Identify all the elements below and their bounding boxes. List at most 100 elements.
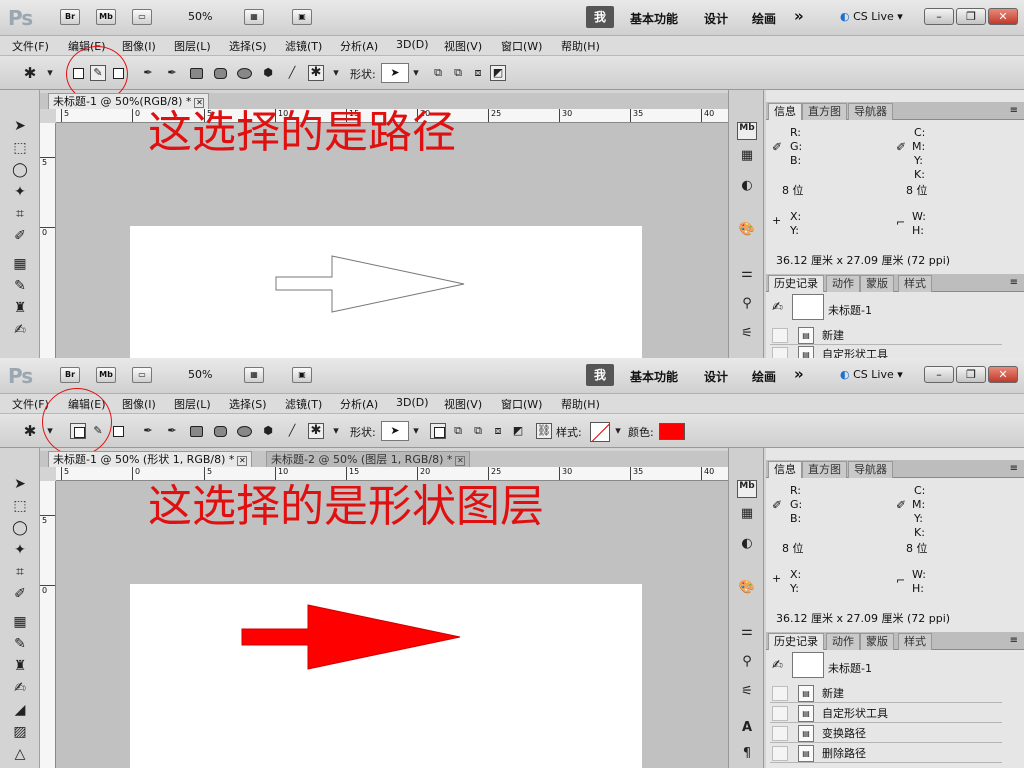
healing-brush-icon[interactable]: ▦ bbox=[10, 256, 30, 274]
history-brush-icon[interactable]: ✍ bbox=[10, 680, 30, 698]
history-brush-source-icon[interactable]: ✍ bbox=[772, 658, 783, 673]
combine-new-layer-icon[interactable] bbox=[430, 423, 446, 439]
brush-tool-icon[interactable]: ✎ bbox=[10, 278, 30, 296]
zoom-level[interactable]: 50% bbox=[188, 10, 212, 23]
tab-actions[interactable]: 动作 bbox=[826, 633, 860, 650]
combine-intersect-icon[interactable]: ⧈ bbox=[490, 423, 506, 439]
snapshot-thumbnail[interactable] bbox=[792, 652, 824, 678]
clone-source-icon[interactable]: ⚲ bbox=[737, 654, 757, 672]
line-tool-icon[interactable]: ╱ bbox=[284, 423, 300, 439]
tab-info[interactable]: 信息 bbox=[768, 461, 802, 478]
rectangle-tool-icon[interactable] bbox=[188, 65, 204, 81]
shape-picker-dropdown-icon[interactable]: ▾ bbox=[408, 65, 424, 81]
combine-subtract-icon[interactable]: ⧉ bbox=[450, 65, 466, 81]
gradient-tool-icon[interactable]: ▨ bbox=[10, 724, 30, 742]
history-row[interactable]: ▤ 删除路径 bbox=[770, 744, 1002, 763]
preset-dropdown-icon[interactable]: ▾ bbox=[42, 65, 58, 81]
brush-presets-icon[interactable]: ⚌ bbox=[737, 624, 757, 642]
clone-stamp-icon[interactable]: ♜ bbox=[10, 658, 30, 676]
blur-tool-icon[interactable]: △ bbox=[10, 746, 30, 764]
doc-tab-2[interactable]: 未标题-2 @ 50% (图层 1, RGB/8) * ✕ bbox=[266, 451, 471, 467]
restore-button[interactable]: ❐ bbox=[956, 8, 986, 25]
menu-help[interactable]: 帮助(H) bbox=[561, 38, 600, 54]
ellipse-tool-icon[interactable] bbox=[236, 65, 252, 81]
menu-filter[interactable]: 滤镜(T) bbox=[285, 396, 322, 412]
snapshot-label[interactable]: 未标题-1 bbox=[828, 302, 872, 318]
workspace-me[interactable]: 我 bbox=[586, 6, 614, 28]
brush-presets-icon[interactable]: ⚌ bbox=[737, 266, 757, 284]
combine-add-icon[interactable]: ⧉ bbox=[430, 65, 446, 81]
tab-styles[interactable]: 样式 bbox=[898, 275, 932, 292]
tab-masks[interactable]: 蒙版 bbox=[860, 633, 894, 650]
shape-picker[interactable]: ➤ bbox=[381, 63, 409, 83]
history-row[interactable]: ▤ 变换路径 bbox=[770, 724, 1002, 743]
menu-select[interactable]: 选择(S) bbox=[229, 396, 267, 412]
combine-intersect-icon[interactable]: ⧈ bbox=[470, 65, 486, 81]
move-tool-icon[interactable]: ➤ bbox=[10, 118, 30, 136]
history-row[interactable]: ▤ 新建 bbox=[770, 326, 1002, 345]
custom-shape-preset-icon[interactable]: ✱ bbox=[22, 423, 38, 439]
magic-wand-icon[interactable]: ✦ bbox=[10, 542, 30, 560]
menu-analysis[interactable]: 分析(A) bbox=[340, 396, 378, 412]
tab-styles[interactable]: 样式 bbox=[898, 633, 932, 650]
menu-select[interactable]: 选择(S) bbox=[229, 38, 267, 54]
workspace-painting[interactable]: 绘画 bbox=[752, 368, 776, 385]
menu-help[interactable]: 帮助(H) bbox=[561, 396, 600, 412]
menu-filter[interactable]: 滤镜(T) bbox=[285, 38, 322, 54]
shape-picker[interactable]: ➤ bbox=[381, 421, 409, 441]
shape-options-dropdown-icon[interactable]: ▾ bbox=[328, 65, 344, 81]
cs-live-menu[interactable]: ◐ CS Live ▾ bbox=[840, 10, 903, 23]
shape-picker-dropdown-icon[interactable]: ▾ bbox=[408, 423, 424, 439]
fill-pixels-mode-button[interactable] bbox=[110, 423, 126, 439]
workspace-me[interactable]: 我 bbox=[586, 364, 614, 386]
pen-tool-icon[interactable]: ✒ bbox=[140, 423, 156, 439]
link-style-icon[interactable]: ⛓ bbox=[536, 423, 552, 439]
history-brush-source-icon[interactable]: ✍ bbox=[772, 300, 783, 315]
cs-live-menu[interactable]: ◐ CS Live ▾ bbox=[840, 368, 903, 381]
combine-exclude-icon[interactable]: ◩ bbox=[510, 423, 526, 439]
screen-mode-button[interactable]: ▣ bbox=[292, 9, 312, 25]
marquee-tool-icon[interactable]: ⬚ bbox=[10, 498, 30, 516]
snapshot-label[interactable]: 未标题-1 bbox=[828, 660, 872, 676]
history-checkbox[interactable] bbox=[772, 347, 788, 358]
color-swatch[interactable] bbox=[659, 423, 685, 440]
tab-info[interactable]: 信息 bbox=[768, 103, 802, 120]
ellipse-tool-icon[interactable] bbox=[236, 423, 252, 439]
panel-menu-icon[interactable]: ≡ bbox=[1010, 635, 1018, 646]
menu-window[interactable]: 窗口(W) bbox=[501, 38, 542, 54]
pen-tool-icon[interactable]: ✒ bbox=[140, 65, 156, 81]
combine-subtract-icon[interactable]: ⧉ bbox=[470, 423, 486, 439]
adjustments-icon[interactable]: ◐ bbox=[737, 178, 757, 196]
history-checkbox[interactable] bbox=[772, 706, 788, 721]
line-tool-icon[interactable]: ╱ bbox=[284, 65, 300, 81]
workspace-basic[interactable]: 基本功能 bbox=[630, 368, 678, 385]
mini-bridge-icon[interactable]: Mb bbox=[737, 480, 757, 498]
polygon-tool-icon[interactable]: ⬢ bbox=[260, 65, 276, 81]
brush-tool-icon[interactable]: ✎ bbox=[10, 636, 30, 654]
custom-shape-tool-icon[interactable]: ✱ bbox=[308, 423, 324, 439]
menu-layer[interactable]: 图层(L) bbox=[174, 38, 211, 54]
snapshot-thumbnail[interactable] bbox=[792, 294, 824, 320]
doc-tab-1[interactable]: 未标题-1 @ 50% (形状 1, RGB/8) * ✕ bbox=[48, 451, 253, 467]
menu-analysis[interactable]: 分析(A) bbox=[340, 38, 378, 54]
color-palette-icon[interactable]: 🎨 bbox=[737, 222, 757, 240]
freeform-pen-icon[interactable]: ✒ bbox=[164, 423, 180, 439]
rounded-rectangle-icon[interactable] bbox=[212, 65, 228, 81]
view-extras-button[interactable]: ▭ bbox=[132, 367, 152, 383]
tab-navigator[interactable]: 导航器 bbox=[848, 461, 893, 478]
style-picker[interactable] bbox=[590, 422, 610, 442]
color-palette-icon[interactable]: 🎨 bbox=[737, 580, 757, 598]
move-tool-icon[interactable]: ➤ bbox=[10, 476, 30, 494]
menu-3d[interactable]: 3D(D) bbox=[396, 38, 429, 51]
lasso-tool-icon[interactable]: ◯ bbox=[10, 162, 30, 180]
combine-add-icon[interactable]: ⧉ bbox=[450, 423, 466, 439]
shape-options-dropdown-icon[interactable]: ▾ bbox=[328, 423, 344, 439]
clone-source-icon[interactable]: ⚲ bbox=[737, 296, 757, 314]
history-checkbox[interactable] bbox=[772, 726, 788, 741]
tab-close-icon[interactable]: ✕ bbox=[455, 456, 466, 466]
clone-stamp-icon[interactable]: ♜ bbox=[10, 300, 30, 318]
panel-menu-icon[interactable]: ≡ bbox=[1010, 463, 1018, 474]
mini-bridge-icon[interactable]: Mb bbox=[737, 122, 757, 140]
adjustments-icon[interactable]: ◐ bbox=[737, 536, 757, 554]
swatches-icon[interactable]: ▦ bbox=[737, 506, 757, 524]
